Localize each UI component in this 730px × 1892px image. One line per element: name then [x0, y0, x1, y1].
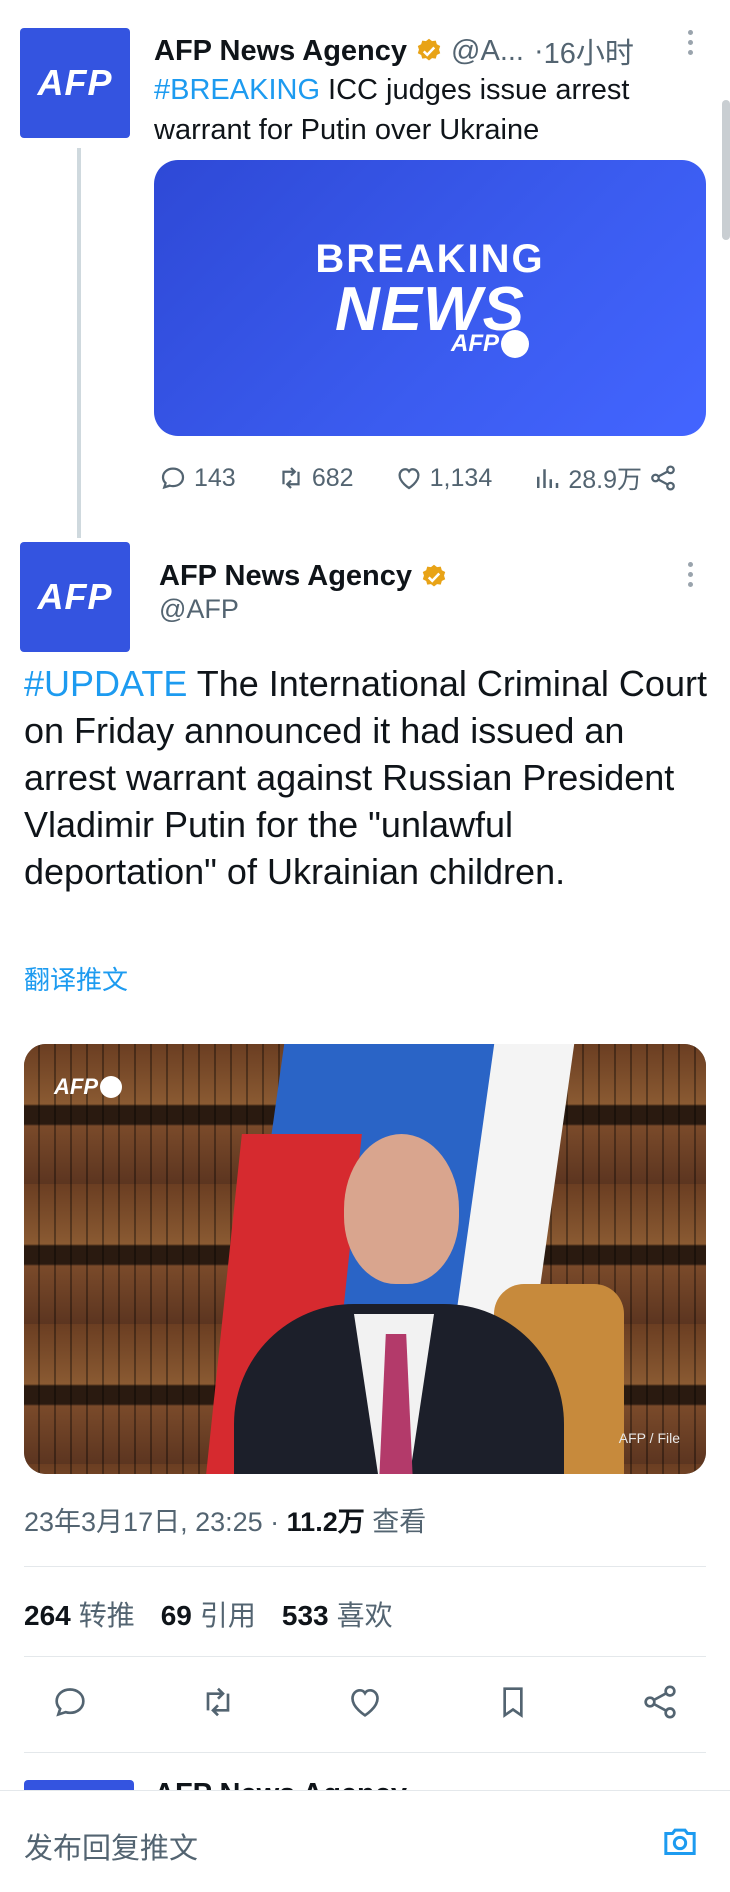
- retweet-icon: [282, 467, 300, 489]
- avatar-text: AFP: [37, 576, 113, 617]
- meta-separator: ·: [262, 1507, 287, 1537]
- reply-icon: [161, 467, 185, 490]
- hashtag-link[interactable]: #BREAKING: [154, 74, 320, 106]
- tweet-meta: 23年3月17日, 23:25 · 11.2万 查看: [24, 1500, 426, 1539]
- hashtag-link[interactable]: #UPDATE: [24, 663, 187, 704]
- tweet-photo[interactable]: AFP AFP / File: [24, 1044, 706, 1474]
- views-count: 28.9万: [568, 466, 642, 494]
- like-icon[interactable]: [345, 1682, 385, 1722]
- afp-logo: AFP: [54, 1074, 122, 1100]
- divider: [24, 1656, 706, 1657]
- photo-credit: AFP / File: [618, 1430, 680, 1446]
- retweet-count: 682: [311, 463, 354, 492]
- tweet2-header: AFP News Agency: [159, 560, 448, 593]
- reply-button[interactable]: 143: [158, 463, 236, 493]
- tweet1-actions: 143 682 1,134 28.9万: [158, 460, 678, 496]
- reply-count: 143: [194, 463, 236, 492]
- author-handle[interactable]: @AFP: [159, 594, 239, 625]
- retweet-button[interactable]: 682: [276, 463, 354, 493]
- views-icon: [537, 469, 559, 488]
- like-icon: [398, 468, 420, 490]
- like-button[interactable]: 1,134: [394, 463, 493, 493]
- views-label: 查看: [372, 1507, 427, 1537]
- tweet1-header: AFP News Agency @A... · 16小时: [154, 30, 634, 72]
- separator-dot: ·: [533, 34, 544, 67]
- quotes-stat[interactable]: 69 引用: [161, 1594, 256, 1634]
- person-head: [344, 1134, 459, 1284]
- avatar-afp[interactable]: AFP: [20, 28, 130, 138]
- author-handle: @A...: [451, 34, 524, 67]
- breaking-news-image[interactable]: BREAKING NEWS AFP: [154, 160, 706, 436]
- breaking-line1: BREAKING: [315, 237, 545, 281]
- scrollbar[interactable]: [722, 100, 730, 240]
- author-name[interactable]: AFP News Agency: [159, 560, 412, 593]
- reply-icon[interactable]: [50, 1682, 90, 1722]
- views-button[interactable]: 28.9万: [532, 460, 678, 496]
- share-icon[interactable]: [648, 463, 678, 493]
- views-count: 11.2万: [286, 1507, 365, 1537]
- afp-logo: AFP: [451, 330, 529, 358]
- thread-line: [77, 148, 81, 538]
- more-icon[interactable]: [686, 562, 694, 587]
- retweets-stat[interactable]: 264 转推: [24, 1594, 135, 1634]
- tweet2-text: #UPDATE The International Criminal Court…: [24, 660, 714, 895]
- retweet-icon[interactable]: [198, 1682, 238, 1722]
- author-name[interactable]: AFP News Agency: [154, 35, 407, 68]
- tweet2-actions: [50, 1682, 680, 1722]
- likes-stat[interactable]: 533 喜欢: [282, 1594, 393, 1634]
- translate-tweet-link[interactable]: 翻译推文: [24, 960, 128, 997]
- avatar-afp[interactable]: AFP: [20, 542, 130, 652]
- verified-badge-icon: [422, 564, 446, 586]
- tweet-stats: 264 转推 69 引用 533 喜欢: [24, 1594, 393, 1634]
- more-icon[interactable]: [686, 30, 694, 55]
- verified-badge-icon: [417, 38, 441, 61]
- divider: [24, 1566, 706, 1567]
- divider: [24, 1752, 706, 1753]
- tweet1-text: #BREAKING ICC judges issue arrest warran…: [154, 70, 714, 150]
- tweet-datetime[interactable]: 23年3月17日, 23:25: [24, 1507, 263, 1537]
- reply-composer[interactable]: 发布回复推文: [0, 1790, 730, 1892]
- avatar-text: AFP: [37, 62, 113, 103]
- share-icon[interactable]: [640, 1682, 680, 1722]
- camera-icon[interactable]: [658, 1821, 702, 1861]
- tweet-time: 16小时: [543, 38, 634, 70]
- like-count: 1,134: [429, 463, 493, 492]
- bookmark-icon[interactable]: [493, 1682, 533, 1722]
- reply-input-placeholder[interactable]: 发布回复推文: [24, 1825, 198, 1867]
